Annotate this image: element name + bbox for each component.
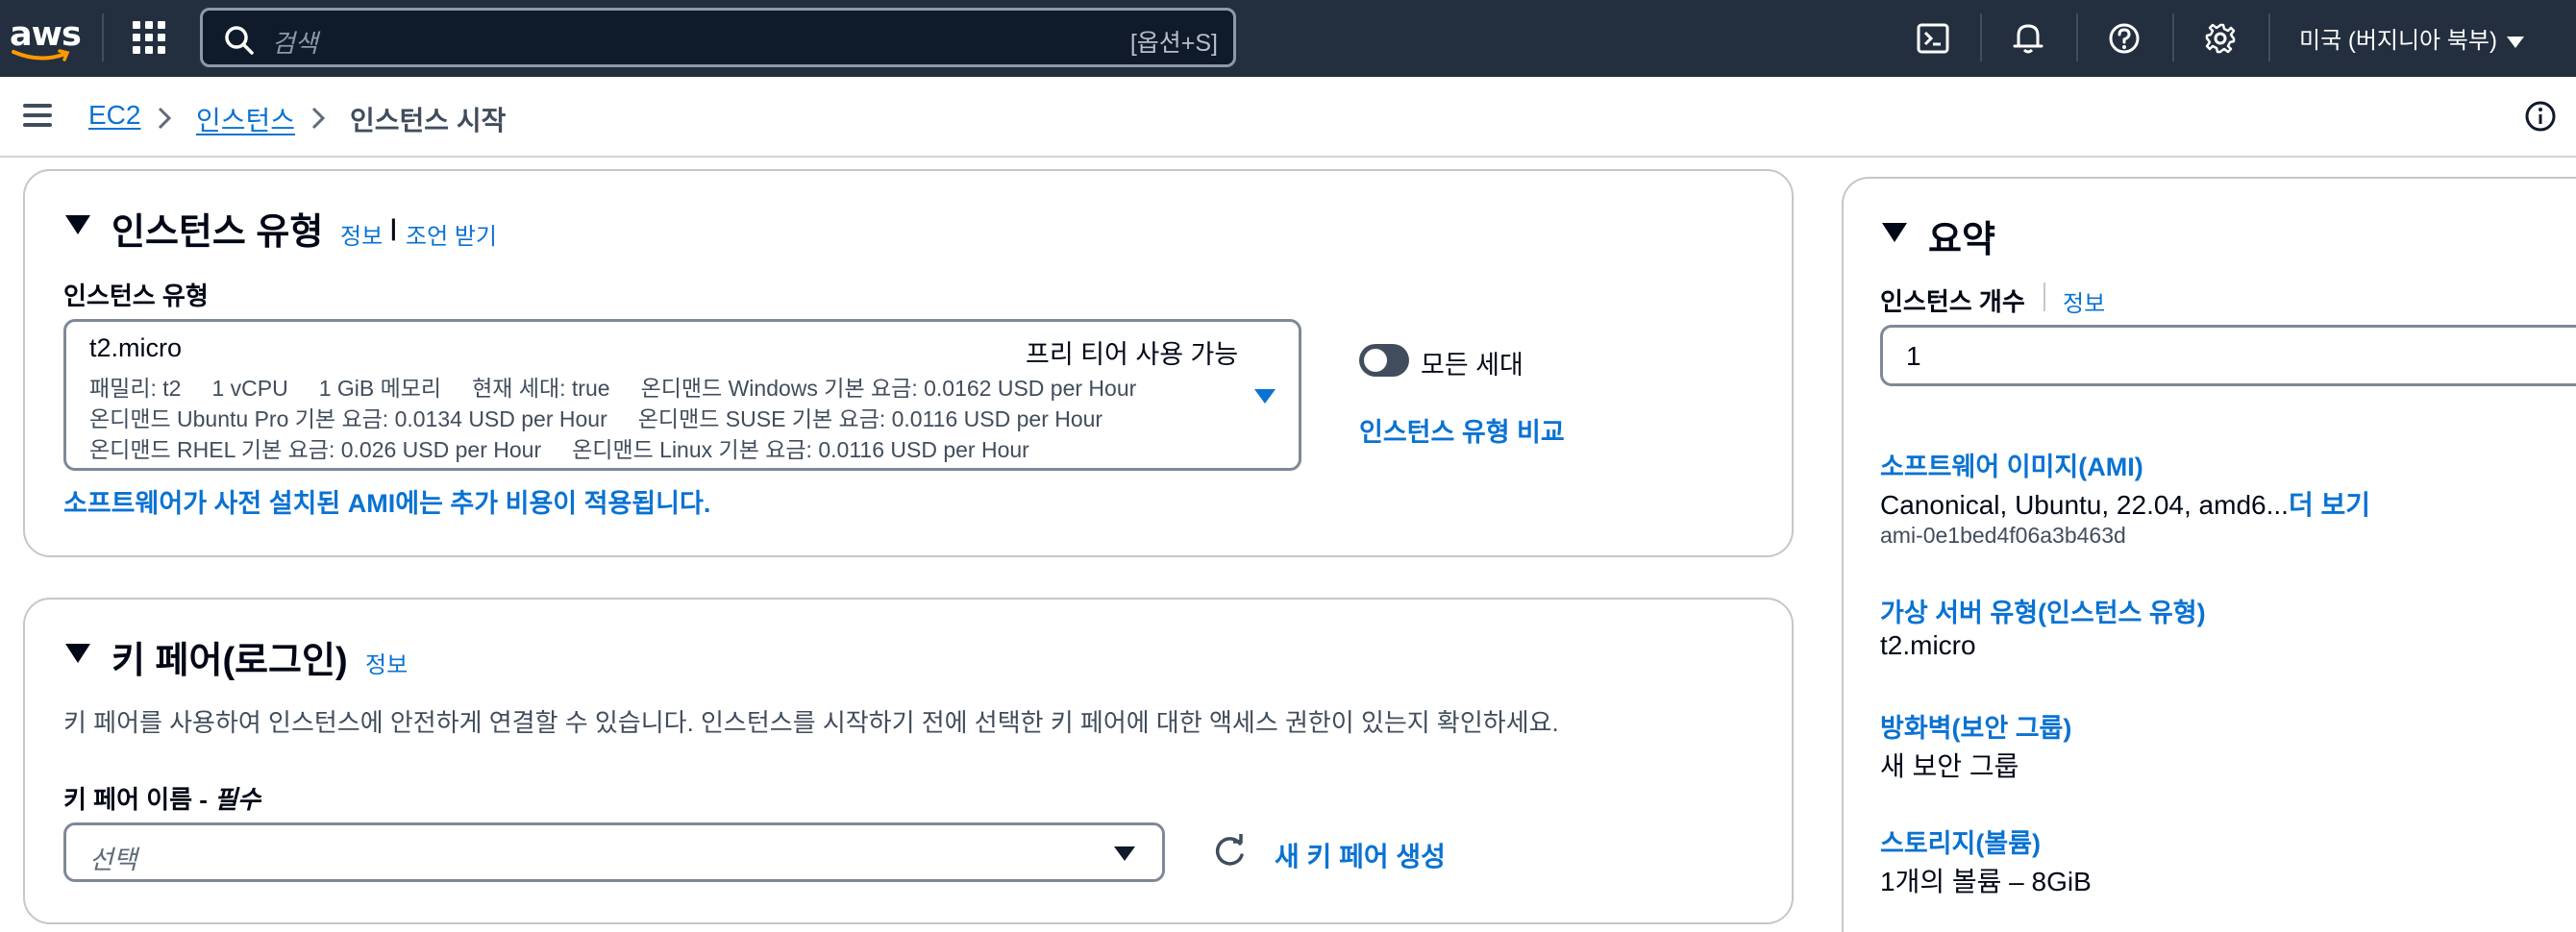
nav-divider — [2172, 13, 2174, 61]
search-placeholder: 검색 — [272, 29, 318, 58]
bell-icon[interactable] — [2007, 17, 2049, 60]
chevron-right-icon — [158, 107, 172, 130]
detail-linux-price: 온디맨드 Linux 기본 요금: 0.0116 USD per Hour — [572, 437, 1029, 462]
ami-value-text: Canonical, Ubuntu, 22.04, amd6... — [1880, 490, 2289, 520]
free-tier-badge: 프리 티어 사용 가능 — [1026, 340, 1239, 369]
key-pair-placeholder: 선택 — [89, 846, 137, 874]
collapse-triangle-icon[interactable] — [65, 215, 90, 234]
required-marker: 필수 — [214, 785, 260, 814]
ami-more-link[interactable]: 더 보기 — [2289, 490, 2370, 520]
breadcrumb-bar: EC2 인스턴스 인스턴스 시작 — [0, 77, 2576, 158]
menu-icon[interactable] — [23, 104, 52, 127]
summary-ami-link[interactable]: 소프트웨어 이미지(AMI) — [1880, 446, 2143, 483]
refresh-icon[interactable] — [1209, 832, 1250, 872]
instance-type-field-label: 인스턴스 유형 — [63, 282, 209, 310]
nav-divider — [102, 13, 104, 61]
detail-generation: 현재 세대: true — [472, 376, 610, 401]
instance-type-info-link[interactable]: 정보 — [340, 217, 383, 251]
key-pair-label-text: 키 페어 이름 - — [63, 785, 215, 814]
instance-details-line: 패밀리: t2 1 vCPU 1 GiB 메모리 현재 세대: true 온디맨드 Wi… — [89, 370, 1167, 403]
selected-instance-name: t2.micro — [89, 333, 183, 362]
info-icon[interactable] — [2524, 100, 2557, 133]
summary-firewall-link[interactable]: 방화벽(보안 그룹) — [1880, 707, 2071, 745]
ami-extra-cost-link[interactable]: 소프트웨어가 사전 설치된 AMI에는 추가 비용이 적용됩니다. — [63, 482, 710, 520]
search-input[interactable]: 검색 [옵션+S] — [200, 8, 1236, 67]
caret-down-icon — [1114, 846, 1135, 861]
detail-memory: 1 GiB 메모리 — [318, 376, 442, 401]
search-shortcut: [옵션+S] — [1129, 30, 1218, 57]
nav-divider — [2268, 13, 2270, 61]
detail-vcpu: 1 vCPU — [211, 376, 288, 401]
label-divider — [2043, 282, 2045, 311]
summary-storage-link[interactable]: 스토리지(볼륨) — [1880, 822, 2041, 860]
detail-rhel-price: 온디맨드 RHEL 기본 요금: 0.026 USD per Hour — [89, 437, 542, 462]
all-generations-label: 모든 세대 — [1421, 351, 1523, 380]
breadcrumb-instances[interactable]: 인스턴스 — [196, 100, 295, 138]
detail-windows-price: 온디맨드 Windows 기본 요금: 0.0162 USD per Hour — [640, 376, 1137, 401]
detail-family: 패밀리: t2 — [89, 376, 182, 401]
key-pair-info-link[interactable]: 정보 — [365, 646, 408, 679]
chevron-right-icon — [311, 107, 326, 130]
instance-count-value: 1 — [1906, 341, 1921, 371]
detail-suse-price: 온디맨드 SUSE 기본 요금: 0.0116 USD per Hour — [637, 406, 1103, 431]
collapse-triangle-icon[interactable] — [65, 644, 90, 663]
aws-smile-icon — [12, 49, 70, 61]
instance-type-title: 인스턴스 유형 — [111, 212, 324, 253]
key-pair-title: 키 페어(로그인) — [111, 641, 348, 681]
services-grid-icon[interactable] — [133, 21, 165, 54]
caret-down-icon — [1254, 389, 1276, 404]
key-pair-description: 키 페어를 사용하여 인스턴스에 안전하게 연결할 수 있습니다. 인스턴스를 … — [63, 708, 1559, 737]
instance-count-label: 인스턴스 개수 — [1880, 287, 2025, 316]
summary-firewall-value: 새 보안 그룹 — [1880, 751, 2019, 781]
breadcrumb-ec2[interactable]: EC2 — [88, 100, 140, 131]
region-label: 미국 (버지니아 북부) — [2299, 28, 2497, 54]
aws-logo[interactable]: aws — [8, 12, 82, 65]
instance-type-select[interactable]: t2.micro 프리 티어 사용 가능 패밀리: t2 1 vCPU 1 GiB … — [63, 319, 1301, 471]
gear-icon[interactable] — [2199, 17, 2242, 60]
cloudshell-icon[interactable] — [1913, 17, 1955, 60]
search-icon — [225, 26, 254, 55]
all-generations-toggle[interactable] — [1359, 344, 1409, 377]
create-key-pair-link[interactable]: 새 키 페어 생성 — [1275, 836, 1446, 874]
compare-instance-types-link[interactable]: 인스턴스 유형 비교 — [1359, 411, 1565, 449]
link-separator: | — [390, 215, 397, 241]
instance-details-line: 온디맨드 Ubuntu Pro 기본 요금: 0.0134 USD per Ho… — [89, 401, 1133, 433]
collapse-triangle-icon[interactable] — [1882, 223, 1907, 242]
breadcrumb-current: 인스턴스 시작 — [350, 106, 507, 135]
summary-instance-type-link[interactable]: 가상 서버 유형(인스턴스 유형) — [1880, 592, 2206, 629]
summary-ami-id: ami-0e1bed4f06a3b463d — [1880, 523, 2126, 548]
advice-link[interactable]: 조언 받기 — [406, 217, 497, 251]
summary-ami-value: Canonical, Ubuntu, 22.04, amd6...더 보기 — [1880, 484, 2370, 523]
help-icon[interactable] — [2103, 17, 2145, 60]
instance-count-input[interactable]: 1 — [1880, 325, 2576, 386]
nav-divider — [2076, 13, 2078, 61]
instance-details-line: 온디맨드 RHEL 기본 요금: 0.026 USD per Hour 온디맨드 … — [89, 431, 1060, 464]
nav-divider — [1980, 13, 1982, 61]
summary-instance-type-value: t2.micro — [1880, 630, 1976, 660]
summary-title: 요약 — [1928, 220, 1995, 260]
summary-storage-value: 1개의 볼륨 – 8GiB — [1880, 867, 2092, 896]
instance-count-info-link[interactable]: 정보 — [2063, 284, 2105, 318]
detail-ubuntu-price: 온디맨드 Ubuntu Pro 기본 요금: 0.0134 USD per Ho… — [89, 406, 607, 431]
key-pair-select[interactable]: 선택 — [63, 822, 1165, 882]
key-pair-field-label: 키 페어 이름 - 필수 — [63, 780, 260, 816]
top-navigation: aws 검색 [옵션+S] 미국 (버지니아 북부) — [0, 0, 2576, 77]
toggle-knob — [1364, 349, 1387, 372]
region-selector[interactable]: 미국 (버지니아 북부) — [2299, 21, 2524, 55]
caret-down-icon — [2506, 36, 2524, 48]
